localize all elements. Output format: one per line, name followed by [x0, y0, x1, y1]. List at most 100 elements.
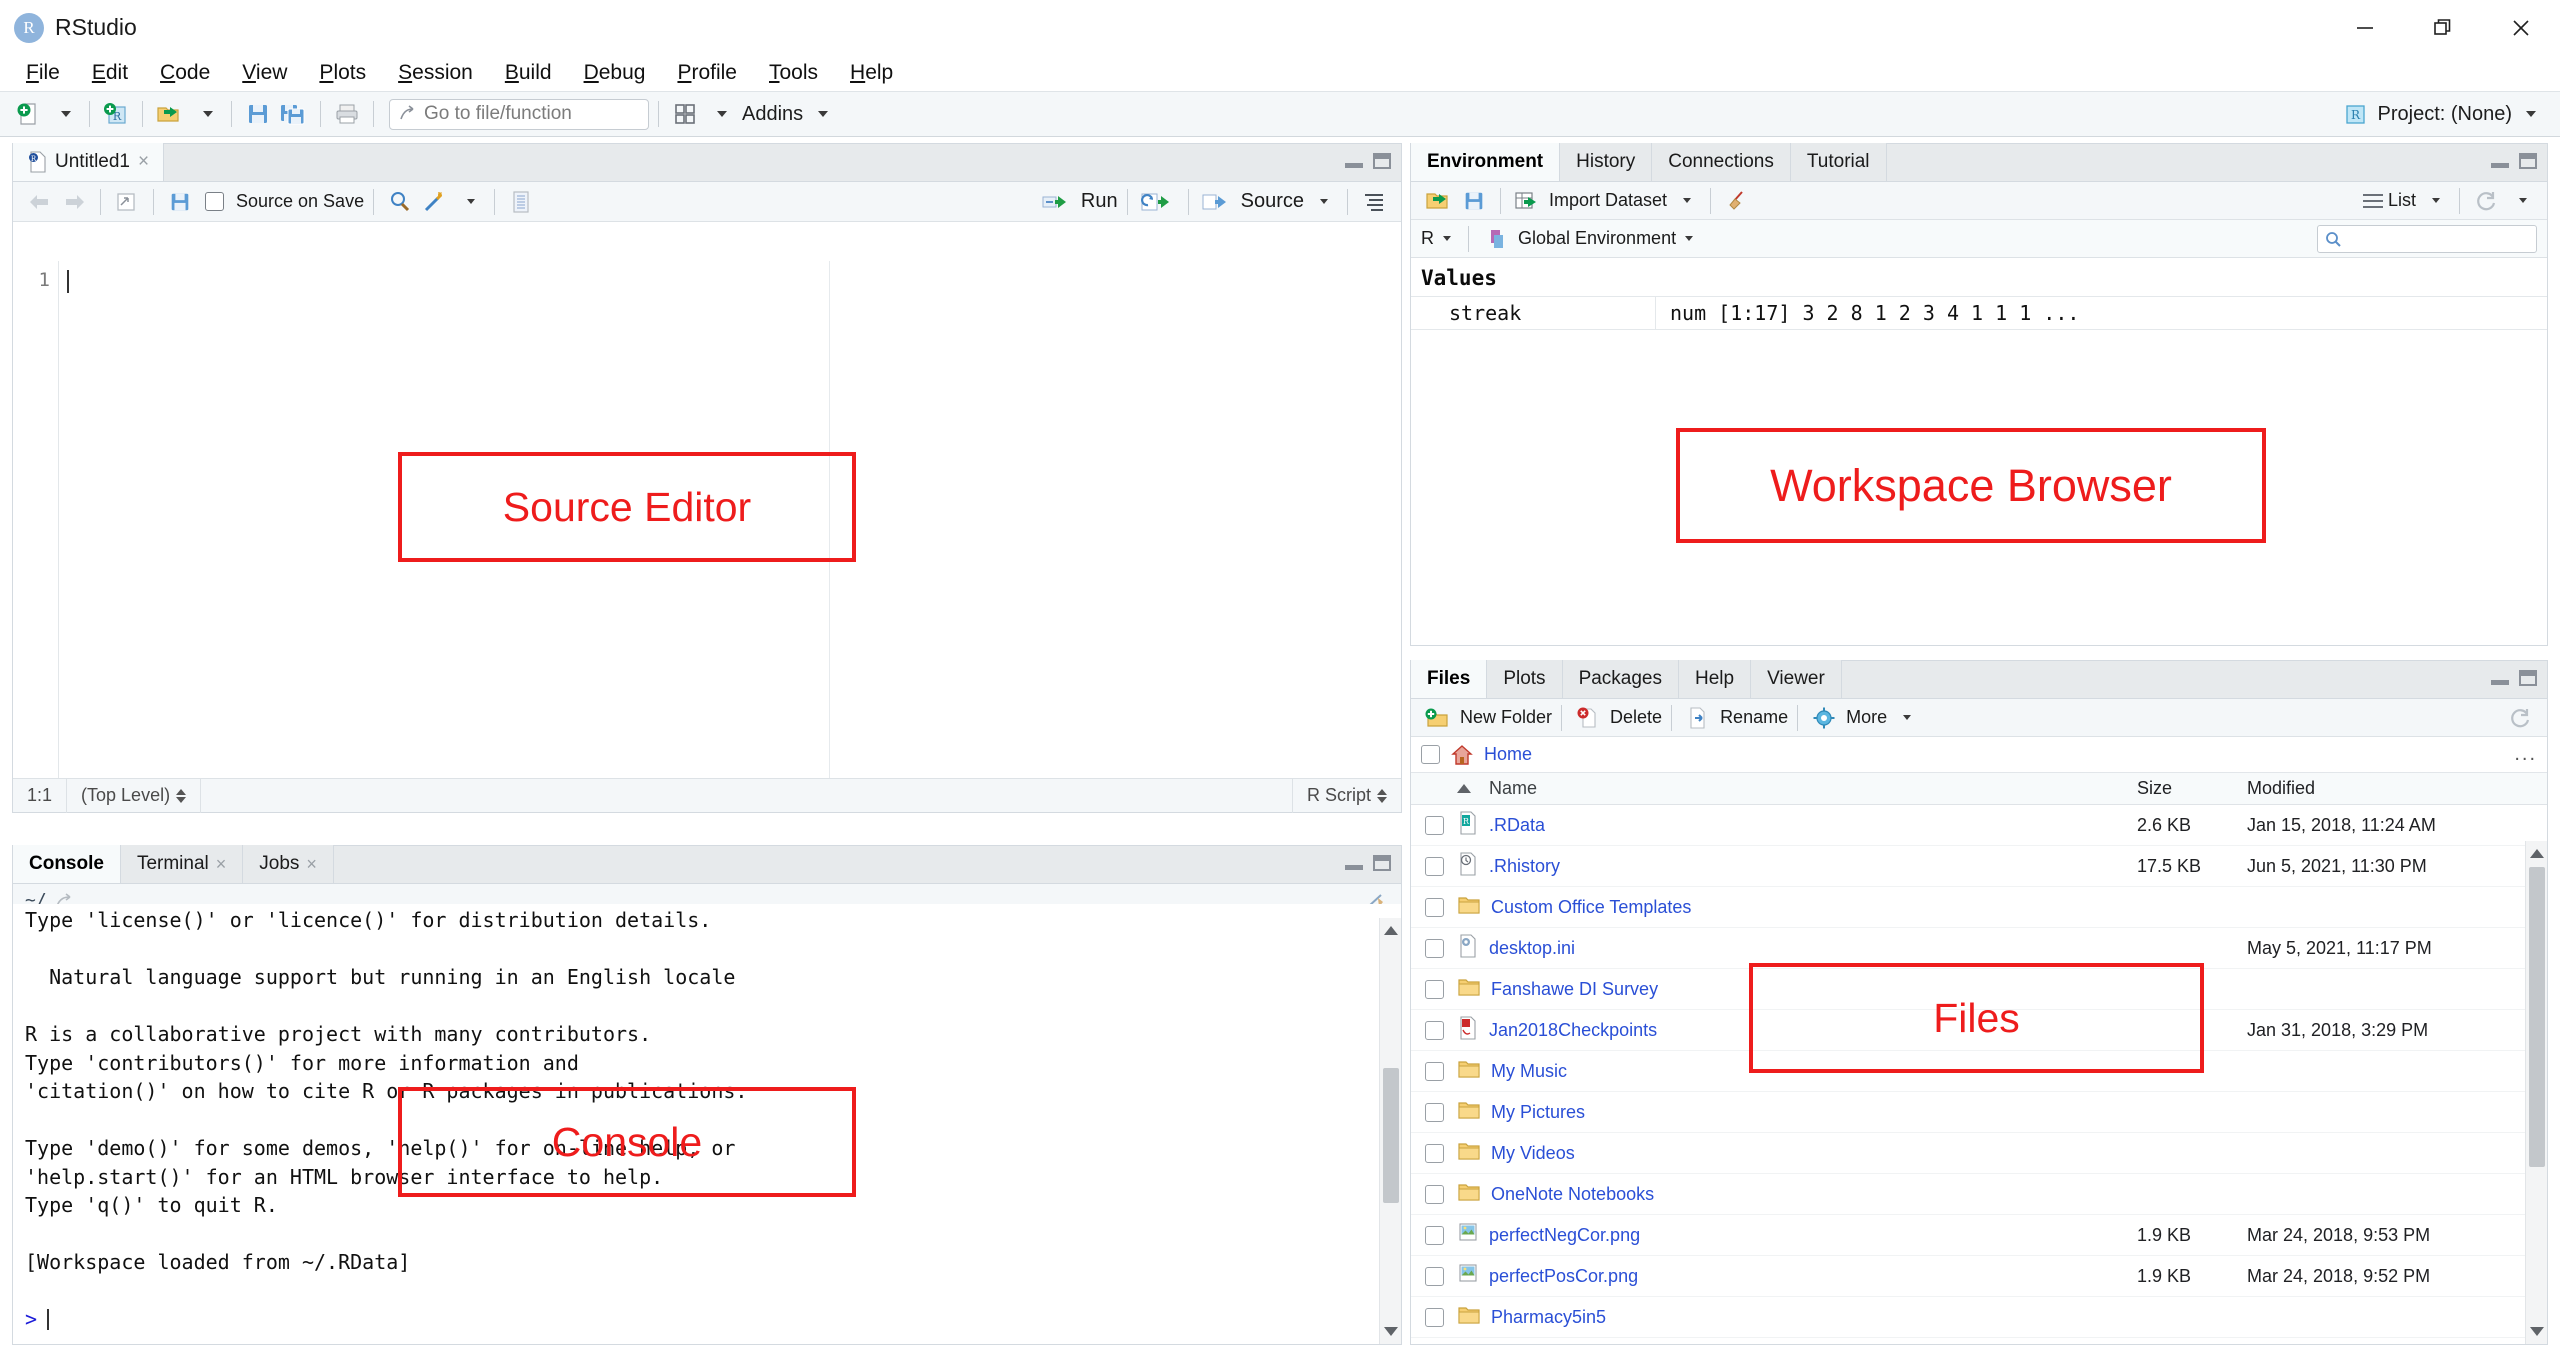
file-name-link[interactable]: My Videos [1491, 1143, 1575, 1164]
source-tab-untitled1[interactable]: R Untitled1 × [13, 143, 165, 181]
file-name-link[interactable]: My Pictures [1491, 1102, 1585, 1123]
console-scrollbar[interactable] [1379, 918, 1401, 1344]
files-scrollbar[interactable] [2525, 841, 2547, 1344]
table-row[interactable]: Custom Office Templates [1411, 887, 2547, 928]
view-mode-dropdown[interactable] [2416, 182, 2450, 220]
source-button[interactable] [1198, 183, 1236, 221]
scope-selector[interactable]: (Top Level) [67, 778, 202, 813]
code-tools-dropdown[interactable] [451, 183, 485, 221]
table-row[interactable]: .Rhistory 17.5 KB Jun 5, 2021, 11:30 PM [1411, 846, 2547, 887]
show-in-new-window-icon[interactable] [110, 183, 144, 221]
table-row[interactable]: Pharmacy5in5 [1411, 1297, 2547, 1338]
rename-label[interactable]: Rename [1720, 707, 1788, 728]
row-checkbox[interactable] [1424, 1102, 1444, 1122]
maximize-pane-icon[interactable] [1373, 153, 1391, 169]
menu-session[interactable]: Session [382, 58, 489, 88]
row-checkbox[interactable] [1424, 1266, 1444, 1286]
project-selector[interactable]: R Project: (None) [2343, 101, 2549, 127]
scroll-up-icon[interactable] [1384, 926, 1398, 935]
environment-variable-row[interactable]: streak num [1:17] 3 2 8 1 2 3 4 1 1 1 ..… [1411, 296, 2547, 330]
load-workspace-icon[interactable] [1421, 182, 1457, 220]
delete-label[interactable]: Delete [1610, 707, 1662, 728]
header-name-col[interactable]: Name [1457, 778, 2137, 799]
row-checkbox[interactable] [1424, 1061, 1444, 1081]
tab-environment[interactable]: Environment [1411, 143, 1561, 181]
new-project-icon[interactable]: R [99, 95, 133, 133]
save-workspace-icon[interactable] [1457, 182, 1491, 220]
menu-edit[interactable]: Edit [76, 58, 144, 88]
menu-code[interactable]: Code [144, 58, 226, 88]
panes-grid-icon[interactable] [668, 95, 702, 133]
row-checkbox[interactable] [1424, 856, 1444, 876]
maximize-pane-icon[interactable] [2519, 670, 2537, 686]
row-checkbox[interactable] [1424, 1020, 1444, 1040]
magnifier-icon[interactable] [383, 183, 417, 221]
minimize-button[interactable] [2326, 0, 2404, 55]
source-tab-close-icon[interactable]: × [138, 151, 149, 173]
tab-viewer[interactable]: Viewer [1751, 660, 1842, 698]
goto-file-function-input[interactable]: Go to file/function [389, 98, 649, 130]
row-checkbox[interactable] [1424, 979, 1444, 999]
more-label[interactable]: More [1846, 707, 1887, 728]
forward-arrow-icon[interactable] [57, 183, 91, 221]
file-name-link[interactable]: .RData [1489, 815, 1545, 836]
file-name-link[interactable]: perfectNegCor.png [1489, 1225, 1640, 1246]
delete-icon[interactable] [1571, 699, 1605, 737]
print-icon[interactable] [330, 95, 364, 133]
tab-plots[interactable]: Plots [1487, 660, 1563, 698]
new-file-icon[interactable] [12, 95, 46, 133]
import-dataset-dropdown[interactable] [1667, 182, 1701, 220]
table-row[interactable]: R .RData 2.6 KB Jan 15, 2018, 11:24 AM [1411, 805, 2547, 846]
table-row[interactable]: My Pictures [1411, 1092, 2547, 1133]
scrollbar-thumb[interactable] [1383, 1068, 1399, 1203]
row-checkbox[interactable] [1424, 897, 1444, 917]
new-folder-label[interactable]: New Folder [1460, 707, 1552, 728]
table-row[interactable]: OneNote Notebooks [1411, 1174, 2547, 1215]
header-modified-col[interactable]: Modified [2247, 778, 2547, 799]
menu-view[interactable]: View [226, 58, 303, 88]
maximize-pane-icon[interactable] [1373, 855, 1391, 871]
refresh-icon[interactable] [2469, 182, 2503, 220]
open-file-dropdown[interactable] [188, 95, 222, 133]
menu-help[interactable]: Help [834, 58, 909, 88]
file-name-link[interactable]: .Rhistory [1489, 856, 1560, 877]
scrollbar-thumb[interactable] [2529, 867, 2545, 1167]
row-checkbox[interactable] [1424, 1143, 1444, 1163]
import-dataset-icon[interactable] [1510, 182, 1544, 220]
scroll-down-icon[interactable] [2530, 1327, 2544, 1336]
tab-jobs-close-icon[interactable]: × [306, 854, 317, 875]
source-dropdown[interactable] [1304, 183, 1338, 221]
table-row[interactable]: My Videos [1411, 1133, 2547, 1174]
tab-packages[interactable]: Packages [1562, 660, 1680, 698]
scroll-down-icon[interactable] [1384, 1327, 1398, 1336]
menu-profile[interactable]: Profile [661, 58, 753, 88]
tab-files[interactable]: Files [1411, 660, 1488, 698]
addins-label[interactable]: Addins [742, 103, 803, 126]
clear-objects-broom-icon[interactable] [1720, 182, 1754, 220]
select-all-checkbox[interactable] [1421, 745, 1440, 764]
new-file-dropdown[interactable] [46, 95, 80, 133]
file-name-link[interactable]: Pharmacy5in5 [1491, 1307, 1606, 1328]
tab-terminal-close-icon[interactable]: × [216, 854, 227, 875]
menu-build[interactable]: Build [489, 58, 568, 88]
more-gear-icon[interactable] [1807, 699, 1841, 737]
tab-history[interactable]: History [1560, 143, 1653, 181]
row-checkbox[interactable] [1424, 815, 1444, 835]
import-dataset-label[interactable]: Import Dataset [1549, 190, 1667, 211]
file-name-link[interactable]: OneNote Notebooks [1491, 1184, 1654, 1205]
tab-console[interactable]: Console [13, 845, 121, 883]
scroll-up-icon[interactable] [2530, 849, 2544, 858]
minimize-pane-icon[interactable] [1345, 155, 1363, 169]
file-name-link[interactable]: desktop.ini [1489, 938, 1575, 959]
table-row[interactable]: perfectPosCor.png 1.9 KB Mar 24, 2018, 9:5… [1411, 1256, 2547, 1297]
open-file-icon[interactable] [152, 95, 188, 133]
tab-jobs[interactable]: Jobs × [243, 845, 334, 883]
back-arrow-icon[interactable] [23, 183, 57, 221]
row-checkbox[interactable] [1424, 1307, 1444, 1327]
source-on-save-checkbox[interactable] [197, 183, 231, 221]
compile-report-icon[interactable] [504, 183, 538, 221]
restore-button[interactable] [2404, 0, 2482, 55]
code-tools-wand-icon[interactable] [417, 183, 451, 221]
save-all-icon[interactable] [275, 95, 311, 133]
tab-help[interactable]: Help [1679, 660, 1752, 698]
